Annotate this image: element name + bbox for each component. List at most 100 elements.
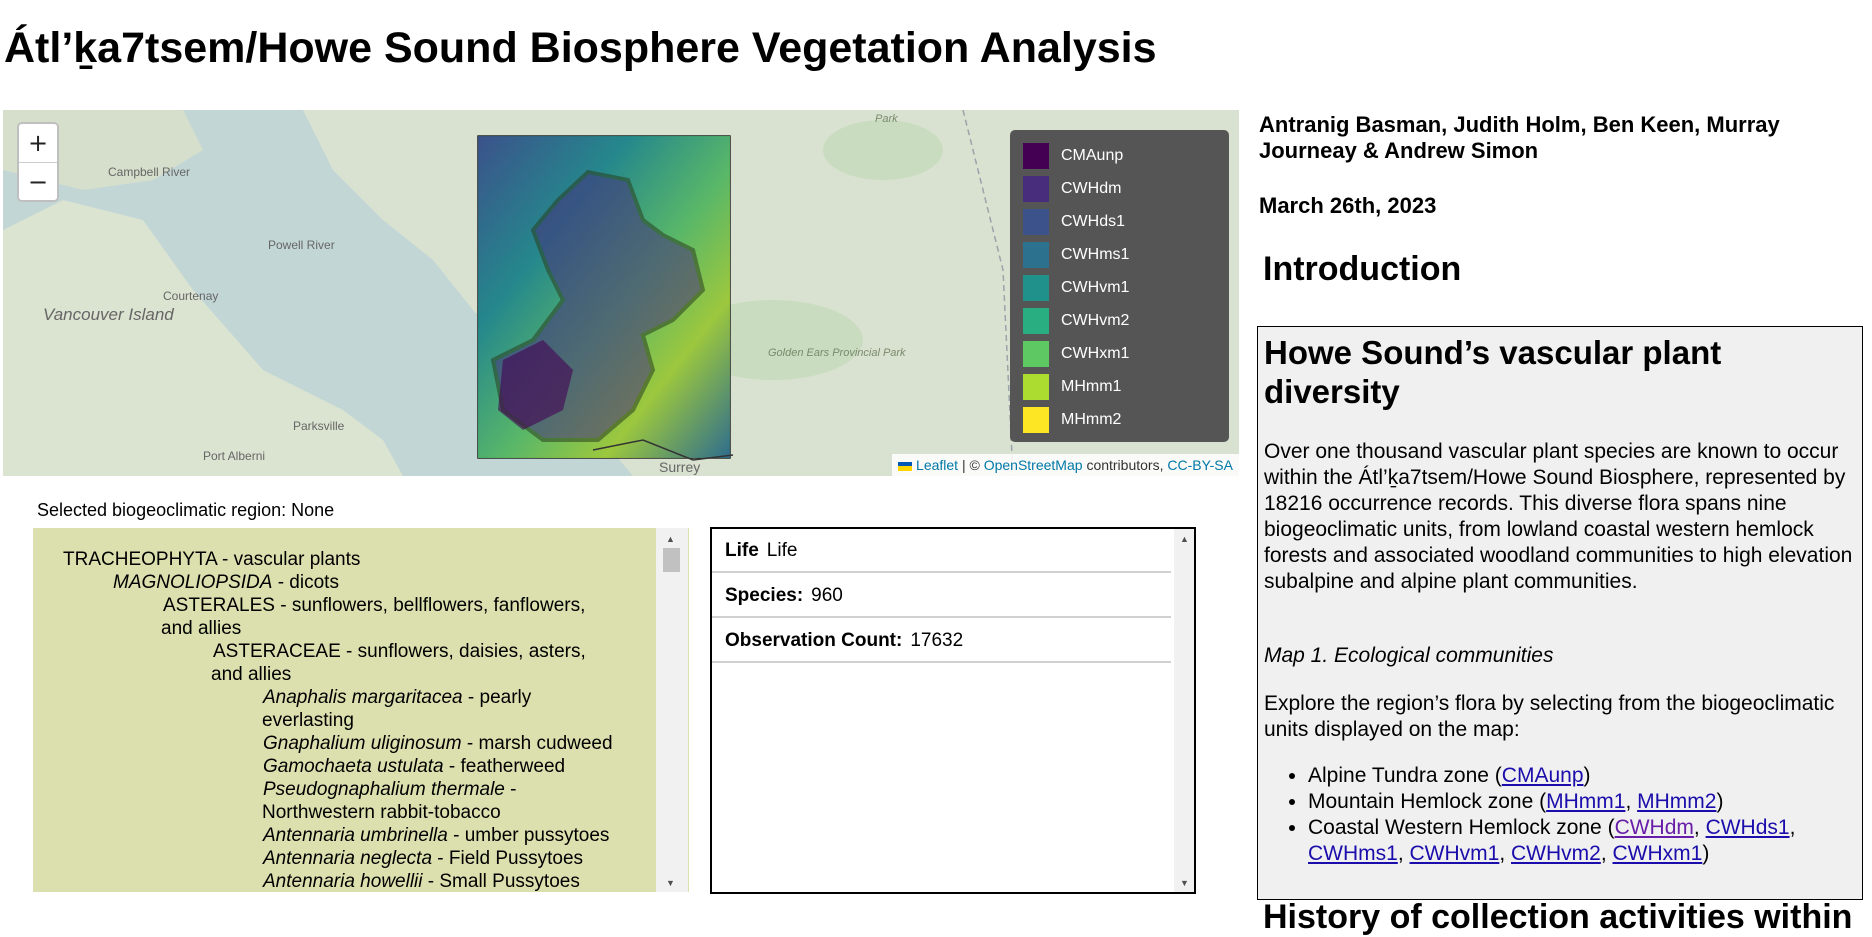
tree-common: everlasting [262,710,354,731]
legend-label: CWHms1 [1061,245,1130,263]
place-label: Courtenay [163,289,218,303]
tree-row[interactable]: Gamochaeta ustulata - featherweed [263,755,565,778]
tree-common: - Small Pussytoes [422,871,580,892]
legend-item-mhmm2[interactable]: MHmm2 [1023,403,1121,436]
osm-link[interactable]: OpenStreetMap [984,457,1083,473]
zone-link-cwhds1[interactable]: CWHds1 [1706,816,1790,839]
tree-common: - Field Pussytoes [432,848,584,869]
tree-common: - [504,779,517,800]
legend-item-mhmm1[interactable]: MHmm1 [1023,370,1121,403]
zone-link-mhmm2[interactable]: MHmm2 [1637,790,1716,813]
legend-item-cmaunp[interactable]: CMAunp [1023,139,1123,172]
place-label: Powell River [268,238,335,252]
tree-common: - dicots [272,572,339,593]
zone-link-mhmm1[interactable]: MHmm1 [1546,790,1625,813]
authors: Antranig Basman, Judith Holm, Ben Keen, … [1259,112,1780,163]
place-label: Park [875,113,898,125]
tree-row[interactable]: ASTERACEAE - sunflowers, daisies, asters… [213,640,586,663]
license-link[interactable]: CC-BY-SA [1167,457,1233,473]
tree-common: - sunflowers, daisies, asters, [340,641,586,662]
legend-item-cwhdm[interactable]: CWHdm [1023,172,1121,205]
leaflet-link[interactable]: Leaflet [916,457,958,473]
publication-date: March 26th, 2023 [1259,193,1437,218]
legend-swatch [1023,142,1049,169]
legend-item-cwhds1[interactable]: CWHds1 [1023,205,1125,238]
legend-label: MHmm1 [1061,377,1122,395]
tree-row[interactable]: Pseudognaphalium thermale - [263,778,517,801]
legend-swatch [1023,406,1049,433]
map-legend: CMAunp CWHdm CWHds1 CWHms1 CWHvm1 CWHvm2… [1010,130,1229,442]
tree-row[interactable]: Antennaria neglecta - Field Pussytoes [263,847,583,870]
zone-link-cwhdm[interactable]: CWHdm [1615,816,1694,839]
legend-item-cwhms1[interactable]: CWHms1 [1023,238,1129,271]
zone-link-cwhvm1[interactable]: CWHvm1 [1410,842,1500,865]
zone-close: ) [1702,842,1710,865]
zone-link-cwhvm2[interactable]: CWHvm2 [1511,842,1601,865]
legend-swatch [1023,373,1049,400]
map-caption: Map 1. Ecological communities [1264,644,1554,667]
zone-item-alpine-tundra: Alpine Tundra zone (CMAunp) [1308,763,1858,789]
zoom-control: + − [17,122,59,202]
info-value: 960 [811,585,843,606]
tree-row[interactable]: TRACHEOPHYTA - vascular plants [63,548,360,571]
zoom-in-button[interactable]: + [19,124,57,162]
tree-name: TRACHEOPHYTA [63,549,217,570]
map-attribution: Leaflet | © OpenStreetMap contributors, … [892,454,1239,476]
legend-item-cwhvm2[interactable]: CWHvm2 [1023,304,1129,337]
legend-label: MHmm2 [1061,410,1122,428]
legend-swatch [1023,241,1049,268]
legend-label: CWHvm2 [1061,311,1130,329]
place-label: Port Alberni [203,449,265,463]
zone-name: Mountain Hemlock zone ( [1308,790,1547,813]
tree-name: Gamochaeta ustulata [263,756,444,777]
section-heading: Howe Sound’s vascular plant diversity [1264,334,1722,410]
place-label: Surrey [659,459,700,475]
info-label: Life [725,540,759,561]
tree-name: Antennaria neglecta [263,848,433,869]
tree-scrollbar[interactable]: ▲ ▼ [656,528,688,892]
taxonomy-tree[interactable]: TRACHEOPHYTA - vascular plants MAGNOLIOP… [33,528,689,892]
info-scrollbar[interactable]: ▲ ▼ [1174,529,1194,892]
tree-common: - vascular plants [216,549,361,570]
scroll-down-arrow-icon[interactable]: ▼ [1180,878,1189,888]
tree-row[interactable]: MAGNOLIOPSIDA - dicots [113,571,339,594]
zone-link-cwhxm1[interactable]: CWHxm1 [1613,842,1703,865]
scrollbar-thumb[interactable] [663,548,680,572]
info-row-species: Species: 960 [712,574,1171,618]
zone-link-cwhms1[interactable]: CWHms1 [1308,842,1398,865]
tree-row[interactable]: ASTERALES - sunflowers, bellflowers, fan… [163,594,585,617]
tree-row[interactable]: Antennaria howellii - Small Pussytoes [263,870,580,892]
legend-label: CMAunp [1061,146,1124,164]
tree-common: - sunflowers, bellflowers, fanflowers, [274,595,586,616]
legend-swatch [1023,340,1049,367]
place-label: Vancouver Island [43,305,174,324]
legend-label: CWHvm1 [1061,278,1130,296]
tree-row[interactable]: Anaphalis margaritacea - pearly [263,686,531,709]
tree-row[interactable]: Gnaphalium uliginosum - marsh cudweed [263,732,613,755]
explore-paragraph: Explore the region’s flora by selecting … [1264,692,1835,741]
legend-item-cwhvm1[interactable]: CWHvm1 [1023,271,1129,304]
tree-name: Anaphalis margaritacea [263,687,463,708]
zoom-out-button[interactable]: − [19,162,57,200]
legend-item-cwhxm1[interactable]: CWHxm1 [1023,337,1129,370]
introduction-heading: Introduction [1263,250,1462,288]
tree-row[interactable]: Antennaria umbrinella - umber pussytoes [263,824,609,847]
scroll-down-arrow-icon[interactable]: ▼ [666,878,675,888]
attribution-separator: | © [961,457,980,473]
ukraine-flag-icon [898,461,913,471]
legend-swatch [1023,175,1049,202]
scroll-up-arrow-icon[interactable]: ▲ [1180,534,1189,544]
tree-name: MAGNOLIOPSIDA [113,572,273,593]
tree-common: Northwestern rabbit-tobacco [262,802,501,823]
tree-name: Gnaphalium uliginosum [263,733,462,754]
page-title: Átl’ḵa7tsem/Howe Sound Biosphere Vegetat… [4,24,1157,72]
tree-row-continuation: and allies [211,663,291,686]
legend-swatch [1023,274,1049,301]
tree-name: Pseudognaphalium thermale [263,779,505,800]
zone-link-cmaunp[interactable]: CMAunp [1502,764,1584,787]
tree-common: - pearly [462,687,532,708]
place-label: Golden Ears Provincial Park [768,347,906,359]
map[interactable]: Campbell River Powell River Courtenay Va… [3,110,1239,476]
scroll-up-arrow-icon[interactable]: ▲ [666,534,675,544]
zone-item-mountain-hemlock: Mountain Hemlock zone (MHmm1, MHmm2) [1308,789,1858,815]
